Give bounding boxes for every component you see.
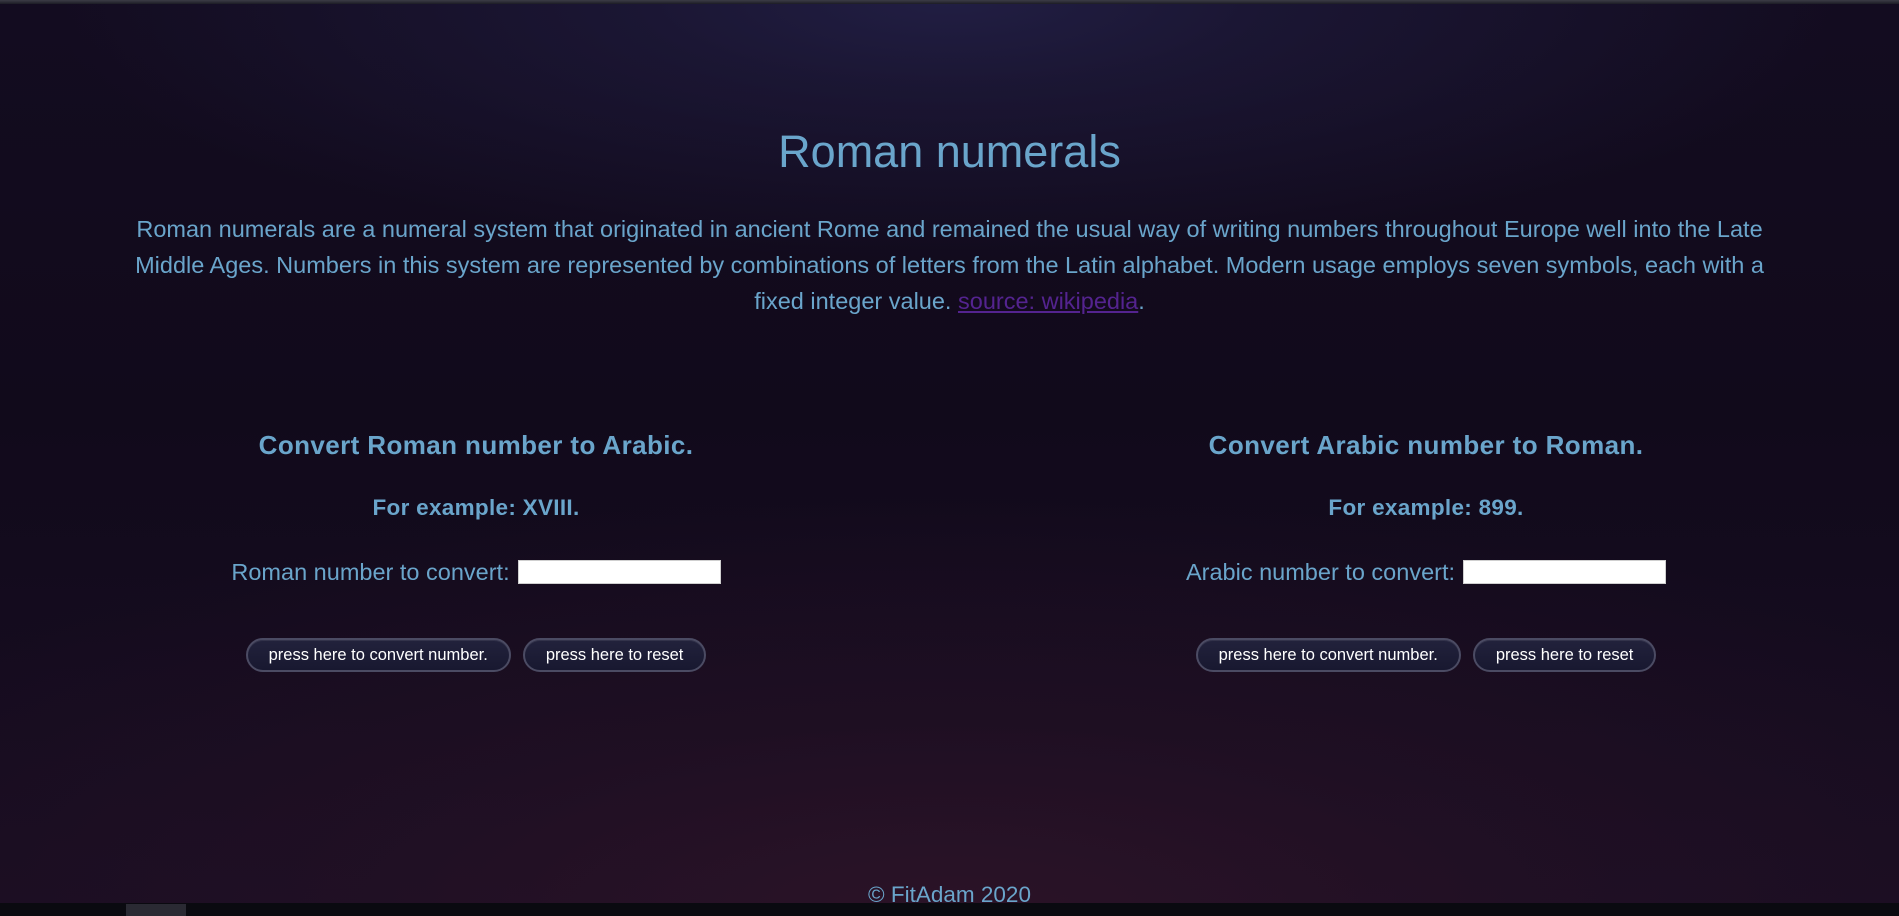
intro-end: . [1138,288,1145,314]
roman-number-input[interactable] [517,560,721,584]
intro-paragraph: Roman numerals are a numeral system that… [112,211,1787,319]
os-taskbar [0,903,1899,916]
arabic-input-row: Arabic number to convert: [1116,557,1736,587]
arabic-example-text: For example: 899. [1328,495,1524,520]
roman-to-arabic-panel: Convert Roman number to Arabic. For exam… [166,425,786,672]
taskbar-start-button[interactable] [126,904,186,916]
roman-to-arabic-heading: Convert Roman number to Arabic. [258,430,694,460]
arabic-input-label: Arabic number to convert: [1185,558,1456,585]
arabic-convert-button[interactable]: press here to convert number. [1195,638,1461,672]
roman-reset-button[interactable]: press here to reset [522,638,707,672]
arabic-to-roman-panel: Convert Arabic number to Roman. For exam… [1116,425,1736,672]
source-link[interactable]: source: wikipedia [958,288,1138,314]
page-title: Roman numerals [778,126,1121,177]
roman-input-row: Roman number to convert: [166,557,786,587]
roman-button-row: press here to convert number. press here… [166,638,786,672]
roman-convert-button[interactable]: press here to convert number. [245,638,511,672]
roman-example-text: For example: XVIII. [372,495,580,520]
roman-input-label: Roman number to convert: [231,558,510,585]
arabic-button-row: press here to convert number. press here… [1116,638,1736,672]
arabic-number-input[interactable] [1463,560,1667,584]
intro-text: Roman numerals are a numeral system that… [135,216,1764,314]
arabic-to-roman-heading: Convert Arabic number to Roman. [1208,430,1644,460]
arabic-reset-button[interactable]: press here to reset [1472,638,1657,672]
window-top-edge [0,0,1899,4]
